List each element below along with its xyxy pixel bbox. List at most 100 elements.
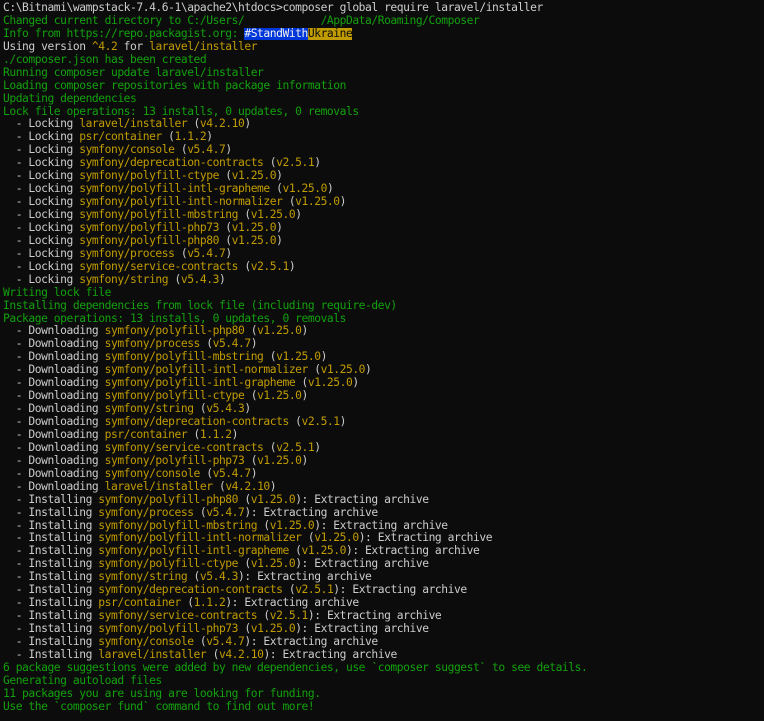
terminal-highlight-text: v5.4.7: [212, 467, 252, 480]
terminal-highlight-text: v1.25.0: [250, 209, 296, 221]
terminal-highlight-text: v1.25.0: [250, 558, 296, 571]
terminal-highlight-text: symfony/polyfill-intl-normalizer: [79, 196, 283, 209]
terminal-text: ): [276, 221, 283, 234]
terminal-line: - Installing symfony/polyfill-ctype (v1.…: [3, 558, 764, 571]
terminal-text: - Locking: [3, 247, 80, 260]
terminal-line: - Installing symfony/polyfill-intl-graph…: [3, 545, 764, 558]
terminal-text: - Downloading: [3, 403, 105, 416]
terminal-text: ): [314, 441, 321, 454]
terminal-line: Lock file operations: 13 installs, 0 upd…: [3, 106, 764, 119]
terminal-highlight-text: v1.25.0: [231, 234, 277, 247]
terminal-text: ): [218, 273, 226, 286]
terminal-text: - Downloading: [3, 480, 105, 493]
terminal-highlight-text: symfony/polyfill-intl-normalizer: [98, 532, 302, 545]
terminal-text: - Locking: [3, 260, 80, 273]
terminal-highlight-text: symfony/process: [98, 506, 194, 519]
terminal-text: - Installing: [3, 532, 99, 545]
terminal-line: C:\Bitnami\wampstack-7.4.6-1\apache2\htd…: [3, 2, 764, 15]
terminal-text: ): [269, 480, 277, 493]
terminal-text: ): [301, 325, 309, 338]
terminal-text: C:\Bitnami\wampstack-7.4.6-1\apache2\htd…: [3, 2, 543, 14]
terminal-text: (: [193, 506, 207, 519]
terminal-highlight-text: symfony/service-contracts: [79, 260, 239, 273]
terminal-highlight-text: v1.25.0: [257, 390, 302, 403]
terminal-text: ): Extracting archive: [358, 532, 493, 545]
terminal-text: - Locking: [3, 131, 80, 144]
terminal-text: - Locking: [3, 234, 80, 247]
terminal-highlight-text: symfony/polyfill-mbstring: [104, 351, 264, 364]
terminal-line: Writing lock file: [3, 287, 764, 300]
terminal-text: - Installing: [3, 610, 99, 623]
terminal-text: (: [238, 260, 251, 273]
terminal-highlight-text: v1.25.0: [320, 364, 366, 377]
terminal-line: - Locking symfony/polyfill-php80 (v1.25.…: [3, 235, 764, 248]
terminal-text: ): [365, 364, 372, 377]
terminal-highlight-text: v5.4.7: [187, 144, 226, 157]
terminal-line: - Locking symfony/polyfill-intl-grapheme…: [3, 183, 764, 196]
terminal-text: (: [238, 623, 251, 635]
terminal-text: - Locking: [3, 209, 80, 221]
terminal-text: - Downloading: [3, 377, 105, 390]
terminal-text: Lock file operations: 13 installs, 0 upd…: [3, 105, 359, 118]
terminal-highlight-text: symfony/polyfill-php80: [79, 234, 219, 247]
terminal-text: - Locking: [3, 118, 80, 131]
terminal-text: - Downloading: [3, 325, 105, 338]
terminal-text: ): [301, 390, 309, 403]
terminal-text: - Downloading: [3, 364, 105, 377]
terminal-text: (: [269, 183, 283, 196]
terminal-highlight-text: laravel/installer: [79, 118, 188, 131]
terminal-text: (: [257, 610, 270, 623]
terminal-highlight-text: symfony/polyfill-mbstring: [98, 519, 258, 532]
terminal-text: (: [301, 532, 315, 545]
terminal-window[interactable]: C:\Bitnami\wampstack-7.4.6-1\apache2\htd…: [0, 0, 764, 721]
terminal-highlight-text: v1.25.0: [307, 377, 353, 390]
terminal-highlight-text: 1.1.2: [199, 428, 232, 441]
terminal-highlight-text: v1.25.0: [282, 183, 327, 196]
terminal-line: - Installing laravel/installer (v4.2.10)…: [3, 649, 764, 662]
terminal-text: ): [320, 351, 328, 364]
terminal-text: ): [250, 467, 258, 480]
terminal-line: - Locking symfony/string (v5.4.3): [3, 274, 764, 287]
terminal-highlight-text: v1.25.0: [276, 351, 321, 364]
terminal-highlight-text: symfony/polyfill-intl-grapheme: [104, 377, 296, 390]
terminal-text: #StandWith: [244, 27, 308, 40]
terminal-highlight-text: v1.25.0: [250, 493, 296, 506]
terminal-highlight-text: psr/container: [98, 597, 181, 610]
terminal-line: Package operations: 13 installs, 0 updat…: [3, 313, 764, 326]
terminal-text: (: [282, 584, 296, 597]
terminal-text: - Locking: [3, 157, 80, 170]
terminal-text: ): [250, 338, 258, 351]
terminal-text: ): [295, 209, 302, 221]
terminal-text: (: [193, 635, 207, 648]
terminal-line: Generating autoload files: [3, 675, 764, 688]
terminal-text: Running composer update laravel/installe…: [3, 66, 264, 79]
terminal-text: - Installing: [3, 623, 99, 635]
terminal-text: - Downloading: [3, 416, 105, 428]
terminal-line: - Downloading symfony/service-contracts …: [3, 442, 764, 455]
terminal-highlight-text: v5.4.7: [212, 338, 252, 351]
terminal-text: (: [263, 157, 277, 170]
terminal-highlight-text: v5.4.3: [180, 273, 220, 286]
terminal-highlight-text: ^4.2: [91, 40, 118, 53]
terminal-highlight-text: v5.4.3: [206, 403, 245, 416]
terminal-highlight-text: symfony/deprecation-contracts: [79, 157, 264, 170]
terminal-text: - Downloading: [3, 454, 105, 467]
terminal-highlight-text: symfony/string: [79, 273, 169, 286]
terminal-text: - Installing: [3, 519, 99, 532]
terminal-text: (: [193, 403, 207, 416]
terminal-text: 6 package suggestions were added by new …: [3, 661, 588, 674]
terminal-line: - Downloading symfony/console (v5.4.7): [3, 468, 764, 481]
terminal-text: - Installing: [3, 558, 99, 571]
terminal-text: (: [244, 390, 258, 403]
terminal-line: - Locking psr/container (1.1.2): [3, 131, 764, 144]
terminal-line: - Locking symfony/deprecation-contracts …: [3, 157, 764, 170]
terminal-text: (: [307, 364, 321, 377]
terminal-text: Package operations: 13 installs, 0 updat…: [3, 312, 346, 325]
terminal-text: - Locking: [3, 273, 80, 286]
terminal-highlight-text: symfony/console: [79, 144, 175, 157]
terminal-text: ): [225, 144, 232, 157]
terminal-line: - Installing symfony/polyfill-mbstring (…: [3, 520, 764, 533]
terminal-text: - Installing: [3, 506, 99, 519]
terminal-line: - Downloading psr/container (1.1.2): [3, 429, 764, 442]
terminal-highlight-text: laravel/installer: [104, 480, 213, 493]
